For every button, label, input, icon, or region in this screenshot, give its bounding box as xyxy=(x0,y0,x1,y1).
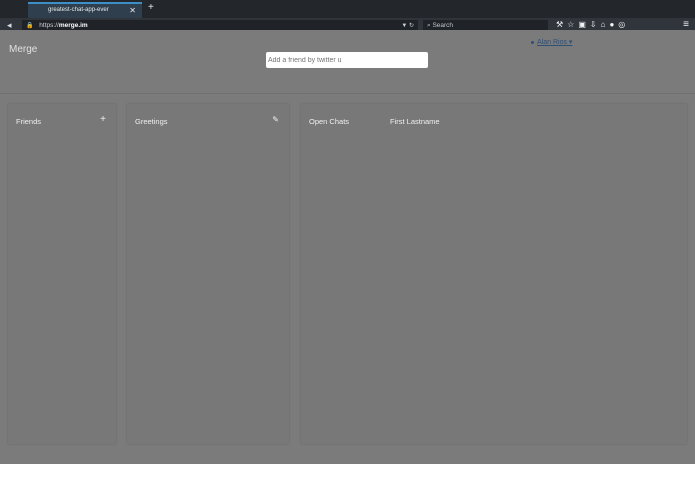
header-divider xyxy=(0,93,695,94)
new-tab-button[interactable]: + xyxy=(148,2,154,13)
online-status-dot xyxy=(531,40,534,44)
brand-title: Merge xyxy=(9,44,38,55)
menu-icon[interactable]: ≡ xyxy=(683,19,689,30)
browser-toolbar-icons: ⚒☆▣⇩⌂●◎ xyxy=(556,20,629,29)
page-bottom-margin xyxy=(0,464,695,494)
browser-tabbar: greatest-chat-app-ever ✕ + xyxy=(0,0,695,18)
search-icon: ⌕ xyxy=(427,22,431,29)
user-name: Alan Rios xyxy=(537,39,567,46)
greetings-panel: Greetings ✎ xyxy=(127,104,289,444)
open-chats-panel: Open Chats First Lastname xyxy=(301,104,687,444)
open-chats-title: Open Chats xyxy=(309,117,350,126)
app-frame: Friends + Greetings ✎ Open Chats First L… xyxy=(0,30,695,464)
url-host: merge.im xyxy=(58,22,88,29)
browser-tab-active[interactable]: greatest-chat-app-ever ✕ xyxy=(28,2,142,18)
shield-icon[interactable]: ◎ xyxy=(618,20,629,29)
friends-panel: Friends + xyxy=(8,104,116,444)
url-reload-icon[interactable]: ▼ ↻ xyxy=(401,22,414,29)
clipboard-icon[interactable]: ▣ xyxy=(578,20,590,29)
chat-name-header[interactable]: First Lastname xyxy=(390,117,440,126)
add-friend-input[interactable] xyxy=(266,52,428,68)
chat-icon[interactable]: ● xyxy=(609,20,618,29)
download-icon[interactable]: ⇩ xyxy=(590,20,601,29)
lock-icon: 🔒 xyxy=(26,23,34,29)
tools-icon[interactable]: ⚒ xyxy=(556,20,567,29)
url-prefix: https:// xyxy=(39,22,59,29)
search-placeholder: Search xyxy=(432,22,454,29)
edit-icon[interactable]: ✎ xyxy=(272,115,279,124)
tab-close-icon[interactable]: ✕ xyxy=(129,6,136,15)
plus-icon[interactable]: + xyxy=(100,114,106,125)
tab-title: greatest-chat-app-ever xyxy=(48,7,109,13)
chevron-down-icon: ▾ xyxy=(568,39,573,46)
user-menu[interactable]: Alan Rios ▾ xyxy=(531,38,572,46)
bookmark-star-icon[interactable]: ☆ xyxy=(567,20,578,29)
greetings-panel-title: Greetings xyxy=(135,117,168,126)
friends-panel-title: Friends xyxy=(16,117,42,126)
